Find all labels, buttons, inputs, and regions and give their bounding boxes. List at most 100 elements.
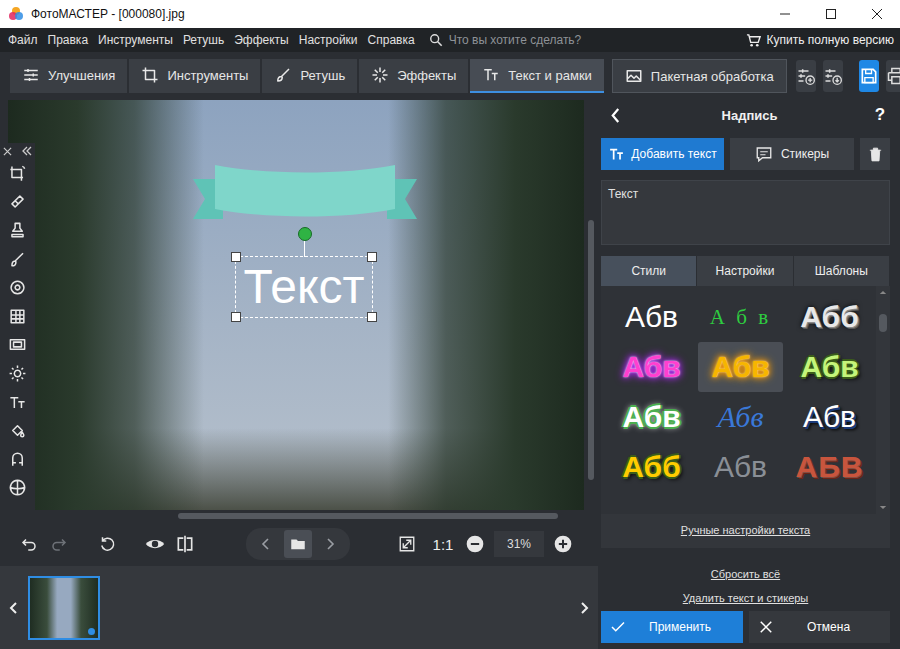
menu-item[interactable]: Инструменты <box>98 33 173 47</box>
zoom-out-button[interactable] <box>460 529 490 559</box>
main-toolbar: УлучшенияИнструментыРетушьЭффектыТекст и… <box>0 52 900 100</box>
compare-button[interactable] <box>170 529 200 559</box>
style-preset[interactable]: Абв <box>698 342 783 392</box>
rotate-handle[interactable] <box>298 227 312 241</box>
buy-link[interactable]: Купить полную версию <box>746 33 894 48</box>
menu-item[interactable]: Справка <box>368 33 415 47</box>
settings-download-icon <box>823 66 843 86</box>
main-tab[interactable]: Эффекты <box>359 59 468 93</box>
add-text-button[interactable]: Добавить текст <box>601 138 724 170</box>
style-preset[interactable]: Абв <box>609 292 694 342</box>
style-preset[interactable]: А б в <box>698 292 783 342</box>
menu-item[interactable]: Эффекты <box>234 33 289 47</box>
menu-item[interactable]: Ретушь <box>183 33 224 47</box>
minimize-button[interactable] <box>762 0 808 28</box>
tool-icon <box>8 164 27 183</box>
panel-header: Надпись? <box>601 100 890 130</box>
tool-button[interactable] <box>8 245 27 274</box>
trash-icon <box>867 146 884 163</box>
add-settings-button[interactable] <box>796 60 816 92</box>
filmstrip-left-button[interactable] <box>0 578 28 638</box>
style-preset[interactable]: Абб <box>787 292 872 342</box>
tool-button[interactable] <box>8 388 27 417</box>
scroll-up-icon <box>879 290 887 295</box>
style-preset[interactable]: Абв <box>698 392 783 442</box>
tool-button[interactable] <box>8 188 27 217</box>
main-tab[interactable]: Улучшения <box>10 59 127 93</box>
tool-icon <box>8 250 27 269</box>
close-button[interactable] <box>854 0 900 28</box>
reset-rotate-button[interactable] <box>92 529 122 559</box>
tool-button[interactable] <box>8 445 27 474</box>
cancel-button[interactable]: Отмена <box>749 611 890 643</box>
tool-button[interactable] <box>8 416 27 445</box>
resize-handle[interactable] <box>231 312 241 322</box>
style-preset[interactable]: Абв <box>787 342 872 392</box>
horizontal-scrollbar[interactable] <box>8 510 598 522</box>
close-strip-icon[interactable] <box>3 147 12 156</box>
preview-button[interactable] <box>140 529 170 559</box>
text-overlay[interactable]: Текст <box>235 256 373 318</box>
main-tab[interactable]: Инструменты <box>129 59 260 93</box>
open-folder-button[interactable] <box>284 530 312 558</box>
tool-button[interactable] <box>8 159 27 188</box>
manual-settings-link[interactable]: Ручные настройки текста <box>601 524 890 536</box>
maximize-button[interactable] <box>808 0 854 28</box>
menu-item[interactable]: Настройки <box>299 33 358 47</box>
reset-all-link[interactable]: Сбросить всё <box>601 568 890 580</box>
load-settings-button[interactable] <box>823 60 843 92</box>
next-photo-button[interactable] <box>316 530 344 558</box>
menu-item[interactable]: Правка <box>48 33 89 47</box>
actual-size-button[interactable]: 1:1 <box>426 529 460 559</box>
tool-button[interactable] <box>8 302 27 331</box>
style-preset[interactable]: Абб <box>609 442 694 492</box>
tool-button[interactable] <box>8 474 27 503</box>
panel-tab[interactable]: Шаблоны <box>794 256 890 286</box>
zoom-in-button[interactable] <box>548 529 578 559</box>
style-preset[interactable]: Абв <box>609 342 694 392</box>
delete-button[interactable] <box>860 138 890 170</box>
text-input[interactable]: Текст <box>601 180 890 245</box>
photo: Текст <box>8 100 584 510</box>
styles-scrollbar[interactable] <box>876 286 890 514</box>
help-button[interactable]: ? <box>870 105 890 125</box>
search-field[interactable]: Что вы хотите сделать? <box>429 33 582 47</box>
panel-title: Надпись <box>629 108 870 123</box>
resize-handle[interactable] <box>367 252 377 262</box>
stickers-button[interactable]: Стикеры <box>730 138 854 170</box>
filmstrip-right-button[interactable] <box>570 578 598 638</box>
zoom-field[interactable]: 31% <box>494 531 544 557</box>
save-button[interactable] <box>859 60 879 92</box>
style-preset[interactable]: Абв <box>698 442 783 492</box>
menu-item[interactable]: Файл <box>8 33 38 47</box>
resize-handle[interactable] <box>367 312 377 322</box>
style-preset[interactable]: АБВ <box>787 442 872 492</box>
tool-button[interactable] <box>8 359 27 388</box>
filmstrip-thumbnail[interactable] <box>28 576 100 640</box>
collapse-strip-icon[interactable] <box>22 146 32 156</box>
panel-tab[interactable]: Стили <box>601 256 697 286</box>
undo-button[interactable] <box>14 529 44 559</box>
remove-text-link[interactable]: Удалить текст и стикеры <box>601 592 890 604</box>
panel-tab[interactable]: Настройки <box>697 256 793 286</box>
print-button[interactable] <box>886 60 900 92</box>
apply-button[interactable]: Применить <box>601 611 743 643</box>
fit-screen-button[interactable] <box>392 529 422 559</box>
back-button[interactable] <box>601 102 629 128</box>
previous-photo-button[interactable] <box>252 530 280 558</box>
style-preset[interactable]: Абв <box>609 392 694 442</box>
main-tab[interactable]: Текст и рамки <box>470 59 604 93</box>
redo-button[interactable] <box>44 529 74 559</box>
filmstrip <box>0 566 598 649</box>
tool-button[interactable] <box>8 216 27 245</box>
style-preset[interactable]: Абв <box>787 392 872 442</box>
tool-icon <box>8 421 27 440</box>
title-bar: ФотоМАСТЕР - [000080].jpg <box>0 0 900 28</box>
ribbon-sticker[interactable] <box>193 157 417 225</box>
tool-button[interactable] <box>8 331 27 360</box>
tool-button[interactable] <box>8 273 27 302</box>
vertical-scrollbar[interactable] <box>584 100 598 510</box>
main-tab[interactable]: Пакетная обработка <box>612 59 787 93</box>
resize-handle[interactable] <box>231 252 241 262</box>
main-tab[interactable]: Ретушь <box>262 59 357 93</box>
